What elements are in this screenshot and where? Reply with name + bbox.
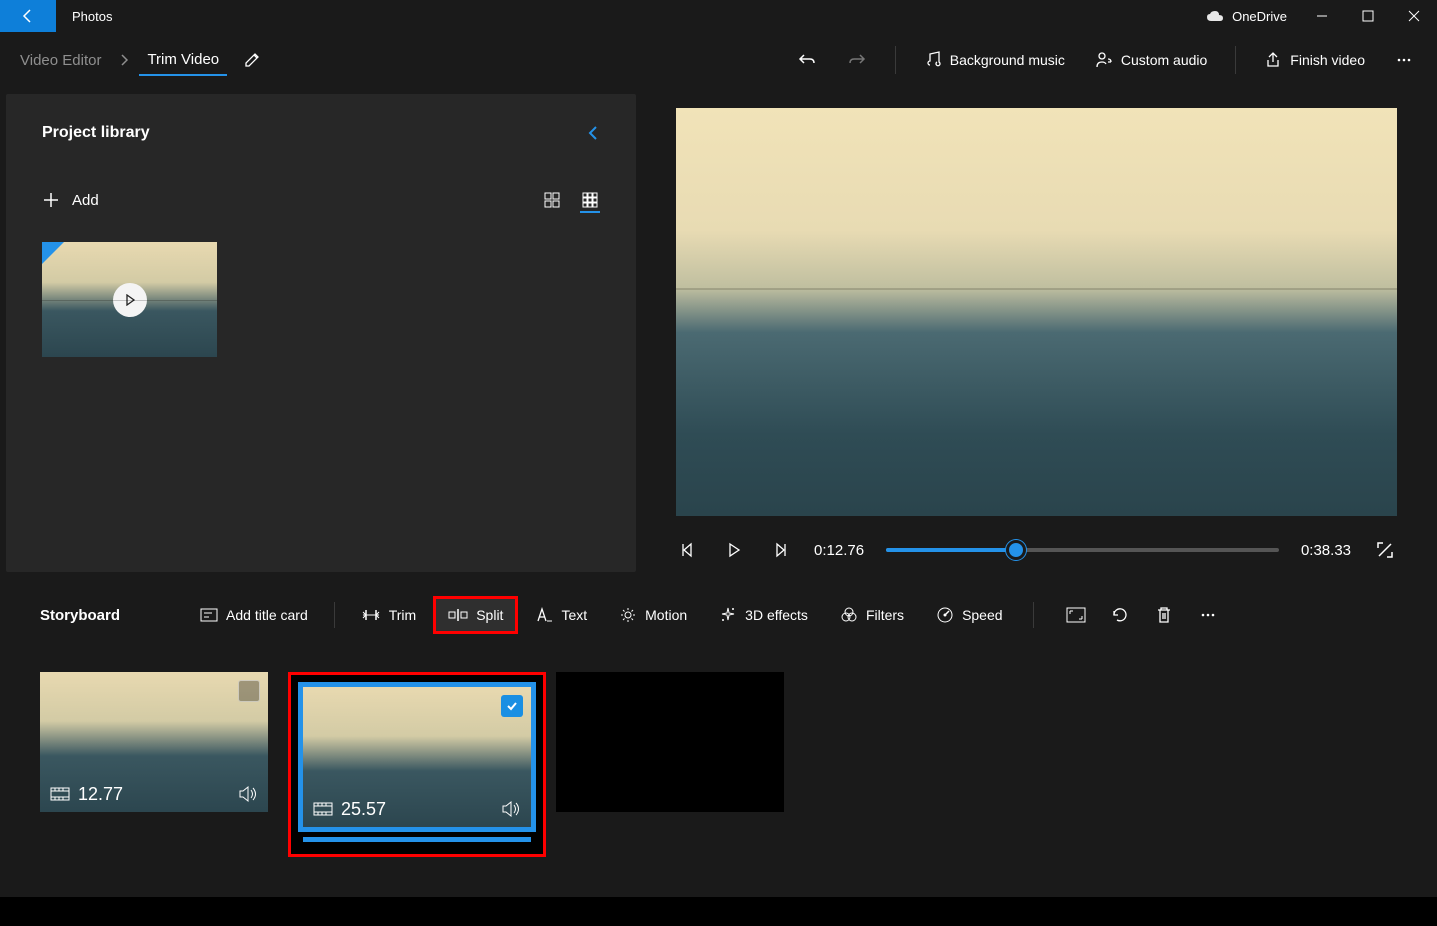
chevron-right-icon	[115, 54, 133, 66]
play-overlay-icon	[113, 283, 147, 317]
rotate-button[interactable]	[1108, 603, 1132, 627]
step-forward-icon	[772, 542, 788, 558]
title-card-icon	[200, 608, 218, 622]
breadcrumb-root[interactable]: Video Editor	[12, 46, 109, 75]
total-time-label: 0:38.33	[1301, 542, 1351, 559]
aspect-ratio-icon	[1066, 607, 1086, 623]
more-button[interactable]	[1383, 45, 1425, 75]
speed-button[interactable]: Speed	[924, 598, 1014, 632]
clip-checkbox[interactable]	[501, 695, 523, 717]
rotate-icon	[1111, 606, 1129, 624]
delete-button[interactable]	[1152, 603, 1176, 627]
preview-video[interactable]	[676, 108, 1397, 516]
preview-panel: 0:12.76 0:38.33	[636, 88, 1437, 578]
ellipsis-icon	[1199, 606, 1217, 624]
3d-effects-button[interactable]: 3D effects	[707, 598, 820, 632]
close-icon	[1408, 10, 1420, 22]
grid-2x2-icon	[544, 192, 560, 208]
next-frame-button[interactable]	[768, 538, 792, 562]
scrubber[interactable]	[886, 540, 1279, 560]
clip-duration-label: 25.57	[341, 799, 386, 820]
redo-icon	[847, 50, 867, 70]
breadcrumb-current[interactable]: Trim Video	[139, 45, 227, 76]
custom-audio-button[interactable]: Custom audio	[1083, 45, 1219, 75]
resize-button[interactable]	[1064, 603, 1088, 627]
add-media-button[interactable]: Add	[42, 191, 99, 209]
play-icon	[726, 542, 742, 558]
storyboard-clip[interactable]: 12.77	[40, 672, 268, 812]
grid-small-view-button[interactable]	[580, 193, 600, 213]
text-button[interactable]: Text	[523, 599, 599, 631]
command-bar: Video Editor Trim Video Background music…	[0, 32, 1437, 88]
storyboard-panel: Storyboard Add title card Trim Split Tex…	[0, 578, 1437, 897]
close-button[interactable]	[1391, 0, 1437, 32]
split-button[interactable]: Split	[436, 599, 515, 631]
motion-button[interactable]: Motion	[607, 598, 699, 632]
preview-controls: 0:12.76 0:38.33	[676, 516, 1397, 568]
ellipsis-icon	[1395, 51, 1413, 69]
scrubber-thumb[interactable]	[1006, 540, 1026, 560]
library-clip-thumbnail[interactable]	[42, 242, 217, 357]
add-title-card-button[interactable]: Add title card	[188, 599, 320, 631]
fullscreen-button[interactable]	[1373, 538, 1397, 562]
minimize-button[interactable]	[1299, 0, 1345, 32]
title-bar: Photos OneDrive	[0, 0, 1437, 32]
project-library-panel: Project library Add	[6, 94, 636, 572]
filmstrip-icon	[313, 802, 333, 816]
maximize-icon	[1362, 10, 1374, 22]
filmstrip-icon	[50, 787, 70, 801]
clip-checkbox[interactable]	[238, 680, 260, 702]
step-back-icon	[680, 542, 696, 558]
undo-icon	[797, 50, 817, 70]
storyboard-more-button[interactable]	[1196, 603, 1220, 627]
text-icon	[535, 607, 553, 623]
chevron-left-icon	[586, 124, 600, 142]
export-icon	[1264, 51, 1282, 69]
trim-icon	[361, 608, 381, 622]
background-music-button[interactable]: Background music	[912, 45, 1077, 75]
clip-audio-button[interactable]	[501, 800, 521, 818]
clip-audio-button[interactable]	[238, 785, 258, 803]
trim-button[interactable]: Trim	[349, 599, 428, 631]
trash-icon	[1156, 606, 1172, 624]
fullscreen-icon	[1376, 541, 1394, 559]
volume-icon	[238, 785, 258, 803]
redo-button[interactable]	[835, 44, 879, 76]
motion-icon	[619, 606, 637, 624]
maximize-button[interactable]	[1345, 0, 1391, 32]
undo-button[interactable]	[785, 44, 829, 76]
pencil-icon	[243, 51, 261, 69]
previous-frame-button[interactable]	[676, 538, 700, 562]
used-indicator-icon	[42, 242, 64, 264]
sparkle-icon	[719, 606, 737, 624]
storyboard-title: Storyboard	[40, 607, 120, 624]
music-icon	[924, 51, 942, 69]
filters-button[interactable]: Filters	[828, 598, 916, 632]
library-title: Project library	[42, 124, 150, 142]
storyboard-clip[interactable]: 25.57	[303, 687, 531, 827]
app-title: Photos	[56, 9, 128, 24]
split-icon	[448, 608, 468, 622]
filters-icon	[840, 606, 858, 624]
person-audio-icon	[1095, 51, 1113, 69]
play-button[interactable]	[722, 538, 746, 562]
arrow-left-icon	[20, 8, 36, 24]
clip-duration-label: 12.77	[78, 784, 123, 805]
collapse-library-button[interactable]	[586, 124, 600, 142]
grid-large-view-button[interactable]	[542, 190, 562, 210]
plus-icon	[42, 191, 60, 209]
cloud-icon	[1206, 10, 1224, 22]
grid-3x3-icon	[582, 192, 598, 208]
current-time-label: 0:12.76	[814, 542, 864, 559]
finish-video-button[interactable]: Finish video	[1252, 45, 1377, 75]
storyboard-empty-slot[interactable]	[556, 672, 784, 812]
rename-project-button[interactable]	[243, 51, 261, 69]
checkmark-icon	[505, 699, 519, 713]
speed-icon	[936, 606, 954, 624]
back-button[interactable]	[0, 0, 56, 32]
volume-icon	[501, 800, 521, 818]
onedrive-status[interactable]: OneDrive	[1194, 9, 1299, 24]
minimize-icon	[1316, 10, 1328, 22]
